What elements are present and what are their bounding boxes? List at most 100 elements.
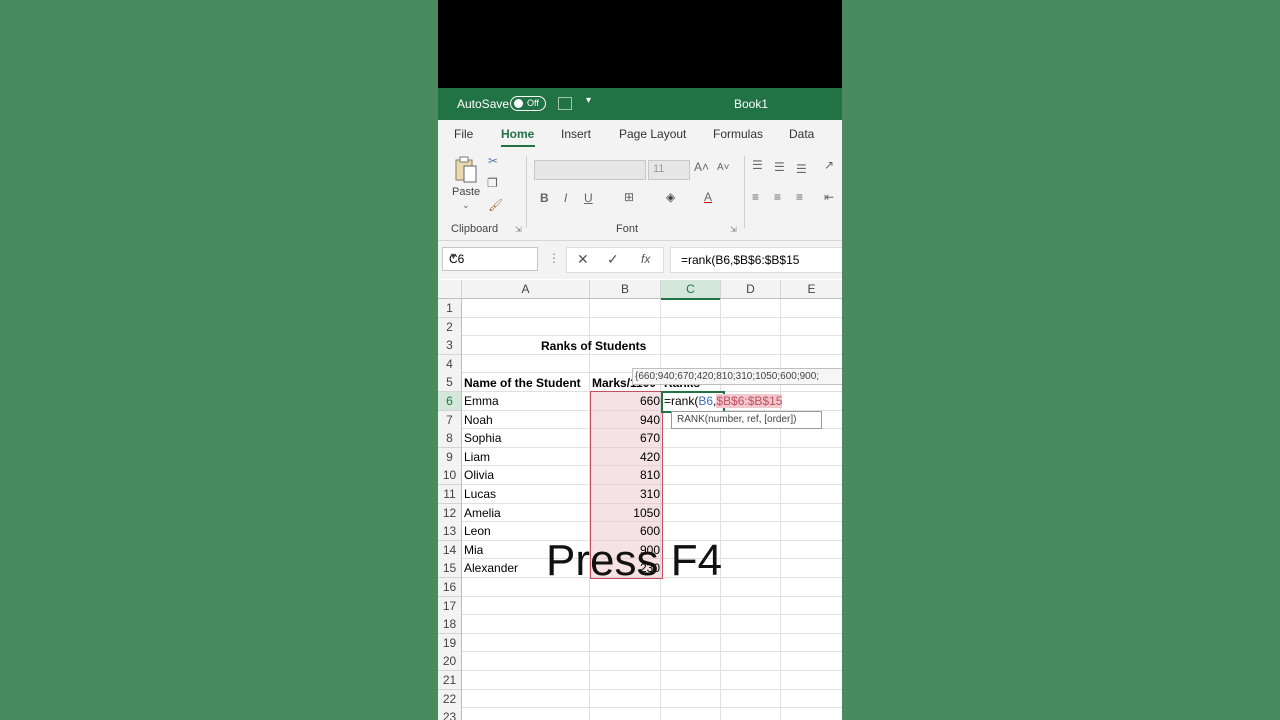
tab-page-layout[interactable]: Page Layout: [619, 127, 686, 141]
student-name-cell[interactable]: Mia: [464, 541, 483, 559]
more-options-icon[interactable]: ⋮: [548, 251, 560, 265]
align-center-icon[interactable]: ≡: [774, 190, 781, 204]
row-header[interactable]: 19: [438, 633, 462, 653]
workbook-title: Book1: [734, 97, 769, 111]
paste-dropdown-icon[interactable]: ⌄: [462, 200, 470, 211]
row-header[interactable]: 17: [438, 596, 462, 616]
student-name-cell[interactable]: Liam: [464, 448, 490, 466]
row-gridline: [462, 595, 842, 597]
column-header-b[interactable]: B: [590, 280, 661, 299]
student-marks-cell[interactable]: 420: [590, 448, 660, 466]
function-syntax-tooltip[interactable]: RANK(number, ref, [order]): [671, 411, 822, 429]
cut-icon[interactable]: ✂: [488, 154, 498, 168]
active-cell-editor[interactable]: =rank(B6,$B$6:$B$15: [661, 391, 783, 413]
student-marks-cell[interactable]: 1050: [590, 504, 660, 522]
student-name-cell[interactable]: Sophia: [464, 429, 501, 447]
fill-color-icon[interactable]: ◈: [666, 190, 675, 204]
save-icon[interactable]: [558, 97, 572, 110]
edit-arg1: B6: [698, 394, 714, 408]
row-header[interactable]: 9: [438, 447, 462, 467]
autosave-toggle[interactable]: Off: [510, 96, 546, 111]
formula-input[interactable]: =rank(B6,$B$6:$B$15: [670, 247, 842, 273]
tab-file[interactable]: File: [454, 127, 473, 141]
row-header[interactable]: 4: [438, 354, 462, 374]
column-header-e[interactable]: E: [781, 280, 842, 299]
row-header[interactable]: 22: [438, 689, 462, 709]
bold-icon[interactable]: B: [540, 191, 549, 205]
student-name-cell[interactable]: Olivia: [464, 466, 494, 484]
student-name-cell[interactable]: Alexander: [464, 559, 518, 577]
align-left-icon[interactable]: ≡: [752, 190, 759, 204]
underline-icon[interactable]: U: [584, 191, 593, 205]
row-header[interactable]: 8: [438, 429, 462, 449]
decrease-font-icon[interactable]: A˅: [717, 162, 730, 173]
enter-icon[interactable]: ✓: [607, 251, 619, 268]
align-middle-icon[interactable]: ☰: [774, 160, 785, 174]
chevron-down-icon[interactable]: ▼: [449, 251, 532, 261]
select-all-corner[interactable]: [438, 280, 462, 299]
tab-data[interactable]: Data: [789, 127, 814, 141]
student-marks-cell[interactable]: 660: [590, 392, 660, 410]
tab-home[interactable]: Home: [501, 127, 534, 141]
align-right-icon[interactable]: ≡: [796, 190, 803, 204]
row-header[interactable]: 10: [438, 466, 462, 486]
row-gridline: [462, 632, 842, 634]
font-launcher-icon[interactable]: ⇲: [730, 225, 737, 234]
borders-icon[interactable]: ⊞: [624, 190, 634, 204]
align-bottom-icon[interactable]: ☰: [796, 162, 807, 176]
row-header[interactable]: 7: [438, 410, 462, 430]
align-top-icon[interactable]: ☰: [752, 158, 763, 172]
student-name-cell[interactable]: Leon: [464, 522, 491, 540]
increase-font-icon[interactable]: A˄: [694, 160, 709, 174]
column-header-c[interactable]: C: [661, 280, 721, 300]
sheet-title[interactable]: Ranks of Students: [541, 337, 646, 355]
row-header[interactable]: 1: [438, 299, 462, 318]
row-header[interactable]: 20: [438, 652, 462, 672]
column-header-a[interactable]: A: [462, 280, 590, 299]
row-header[interactable]: 5: [438, 373, 462, 393]
spreadsheet-grid[interactable]: A B C D E 1 2 3 4 5 6 7 8 9 10 11 12 13 14 15 16 17 18 19 2…: [438, 280, 842, 720]
student-name-cell[interactable]: Lucas: [464, 485, 496, 503]
orientation-icon[interactable]: ↗: [824, 158, 834, 172]
active-tab-indicator: [501, 145, 535, 147]
row-header[interactable]: 21: [438, 671, 462, 690]
cancel-icon[interactable]: ✕: [577, 251, 589, 268]
copy-icon[interactable]: ❐: [487, 176, 498, 190]
row-header[interactable]: 6: [438, 392, 462, 411]
student-marks-cell[interactable]: 310: [590, 485, 660, 503]
toggle-knob: [514, 99, 523, 108]
row-header[interactable]: 2: [438, 317, 462, 337]
row-header[interactable]: 16: [438, 578, 462, 597]
row-header[interactable]: 23: [438, 708, 462, 720]
customize-qat-icon[interactable]: ▾: [586, 95, 591, 106]
row-header[interactable]: 11: [438, 485, 462, 504]
column-header-d[interactable]: D: [721, 280, 781, 299]
row-header[interactable]: 13: [438, 522, 462, 542]
font-name-select[interactable]: [534, 160, 646, 180]
tab-insert[interactable]: Insert: [561, 127, 591, 141]
autosave-state: Off: [527, 98, 539, 108]
font-color-icon[interactable]: A: [704, 190, 712, 204]
row-header[interactable]: 12: [438, 503, 462, 523]
font-size-select[interactable]: 11: [648, 160, 690, 180]
name-box[interactable]: C6 ▼: [442, 247, 538, 271]
row-header[interactable]: 18: [438, 615, 462, 635]
row-header[interactable]: 14: [438, 540, 462, 560]
row-header[interactable]: 15: [438, 559, 462, 579]
insert-function-icon[interactable]: fx: [641, 252, 650, 266]
student-name-cell[interactable]: Emma: [464, 392, 499, 410]
paste-icon[interactable]: [454, 156, 478, 184]
student-marks-cell[interactable]: 670: [590, 429, 660, 447]
title-bar: AutoSave Off ▾ Book1: [438, 88, 842, 120]
student-marks-cell[interactable]: 940: [590, 411, 660, 429]
row-header[interactable]: 3: [438, 336, 462, 356]
format-painter-icon[interactable]: 🖌: [488, 198, 503, 212]
italic-icon[interactable]: I: [564, 191, 567, 205]
header-name[interactable]: Name of the Student: [464, 374, 581, 392]
decrease-indent-icon[interactable]: ⇤: [824, 190, 834, 204]
student-name-cell[interactable]: Amelia: [464, 504, 501, 522]
student-name-cell[interactable]: Noah: [464, 411, 493, 429]
tab-formulas[interactable]: Formulas: [713, 127, 763, 141]
student-marks-cell[interactable]: 810: [590, 466, 660, 484]
clipboard-launcher-icon[interactable]: ⇲: [515, 225, 522, 234]
